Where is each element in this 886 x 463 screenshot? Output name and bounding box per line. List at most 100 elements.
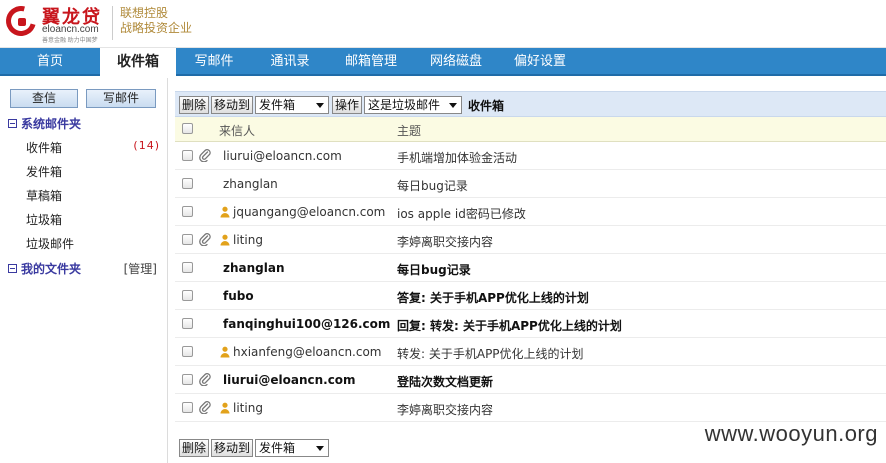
nav-mailbox-manage[interactable]: 邮箱管理 <box>328 48 414 76</box>
mail-toolbar: 删除 移动到 发件箱 操作 这是垃圾邮件 收件箱 <box>175 91 886 117</box>
table-row[interactable]: liting 李婷离职交接内容 <box>175 226 886 254</box>
nav-home[interactable]: 首页 <box>0 48 100 76</box>
check-mail-button[interactable]: 查信 <box>10 89 78 108</box>
row-sender[interactable]: liurui@eloancn.com <box>223 373 356 387</box>
page-header: 翼龙贷 eloancn.com 善意金融 助力中国梦 联想控股 战略投资企业 <box>0 0 886 48</box>
row-sender[interactable]: jquangang@eloancn.com <box>233 205 385 219</box>
table-row[interactable]: hxianfeng@eloancn.com 转发: 关于手机APP优化上线的计划 <box>175 338 886 366</box>
table-row[interactable]: zhanglan 每日bug记录 <box>175 170 886 198</box>
row-sender[interactable]: zhanglan <box>223 261 285 275</box>
move-to-button[interactable]: 移动到 <box>211 96 254 114</box>
sidebar: 查信 写邮件 系统邮件夹 收件箱 (14) 发件箱 草稿箱 垃圾箱 垃圾邮件 我… <box>0 78 168 463</box>
mail-table-header: 来信人 主题 <box>175 117 886 142</box>
row-sender[interactable]: liurui@eloancn.com <box>223 149 342 163</box>
nav-compose[interactable]: 写邮件 <box>176 48 252 76</box>
collapse-minus-icon[interactable] <box>8 264 17 273</box>
move-target-value-bottom: 发件箱 <box>259 441 296 455</box>
contact-person-icon <box>220 206 230 218</box>
row-checkbox[interactable] <box>182 402 193 413</box>
row-checkbox[interactable] <box>182 234 193 245</box>
row-subject[interactable]: 李婷离职交接内容 <box>397 401 493 418</box>
move-target-select[interactable]: 发件箱 <box>255 96 329 114</box>
row-checkbox[interactable] <box>182 178 193 189</box>
logo-domain: eloancn.com <box>42 24 99 35</box>
row-subject[interactable]: 登陆次数文档更新 <box>397 373 493 390</box>
nav-preferences[interactable]: 偏好设置 <box>498 48 582 76</box>
sidebar-item-spam[interactable]: 垃圾邮件 <box>26 235 74 252</box>
my-folders-group[interactable]: 我的文件夹 <box>8 260 81 277</box>
row-subject[interactable]: 手机端增加体验金活动 <box>397 149 517 166</box>
table-row[interactable]: zhanglan 每日bug记录 <box>175 254 886 282</box>
row-subject[interactable]: 答复: 关于手机APP优化上线的计划 <box>397 289 589 306</box>
unread-count-badge: (14) <box>133 139 160 152</box>
delete-button-bottom[interactable]: 删除 <box>179 439 210 457</box>
row-checkbox[interactable] <box>182 374 193 385</box>
dropdown-arrow-icon <box>316 446 324 451</box>
delete-button[interactable]: 删除 <box>179 96 210 114</box>
paperclip-icon <box>199 400 211 415</box>
operation-value: 这是垃圾邮件 <box>368 98 441 112</box>
row-subject[interactable]: ios apple id密码已修改 <box>397 205 526 222</box>
row-checkbox[interactable] <box>182 318 193 329</box>
contact-person-icon <box>220 402 230 414</box>
row-subject[interactable]: 转发: 关于手机APP优化上线的计划 <box>397 345 584 362</box>
select-all-checkbox[interactable] <box>182 123 193 134</box>
sidebar-item-drafts[interactable]: 草稿箱 <box>26 187 62 204</box>
row-checkbox[interactable] <box>182 262 193 273</box>
move-target-value: 发件箱 <box>259 98 296 112</box>
contact-person-icon <box>220 234 230 246</box>
system-folders-group[interactable]: 系统邮件夹 <box>8 115 81 132</box>
tagline-line2: 战略投资企业 <box>120 21 193 35</box>
table-row[interactable]: fubo 答复: 关于手机APP优化上线的计划 <box>175 282 886 310</box>
sidebar-item-outbox[interactable]: 发件箱 <box>26 163 62 180</box>
table-row[interactable]: liting 李婷离职交接内容 <box>175 394 886 422</box>
folder-title: 收件箱 <box>468 99 505 113</box>
logo-divider <box>112 6 113 40</box>
sidebar-item-inbox[interactable]: 收件箱 (14) <box>26 139 160 156</box>
nav-contacts[interactable]: 通讯录 <box>252 48 328 76</box>
manage-folders-link[interactable]: [管理] <box>124 260 157 277</box>
table-row[interactable]: liurui@eloancn.com 登陆次数文档更新 <box>175 366 886 394</box>
row-sender[interactable]: fubo <box>223 289 254 303</box>
main-nav: 首页 收件箱 写邮件 通讯录 邮箱管理 网络磁盘 偏好设置 <box>0 48 886 78</box>
move-target-select-bottom[interactable]: 发件箱 <box>255 439 329 457</box>
paperclip-icon <box>199 148 211 163</box>
nav-inbox[interactable]: 收件箱 <box>100 48 176 78</box>
table-row[interactable]: fanqinghui100@126.com 回复: 转发: 关于手机APP优化上线… <box>175 310 886 338</box>
my-folders-label: 我的文件夹 <box>21 262 82 276</box>
column-header-sender[interactable]: 来信人 <box>219 122 255 139</box>
move-to-button-bottom[interactable]: 移动到 <box>211 439 254 457</box>
paperclip-icon <box>199 372 211 387</box>
table-row[interactable]: liurui@eloancn.com 手机端增加体验金活动 <box>175 142 886 170</box>
system-folders-label: 系统邮件夹 <box>21 117 82 131</box>
operation-select[interactable]: 这是垃圾邮件 <box>364 96 462 114</box>
compose-button[interactable]: 写邮件 <box>86 89 156 108</box>
contact-person-icon <box>220 346 230 358</box>
row-checkbox[interactable] <box>182 150 193 161</box>
paperclip-icon <box>199 232 211 247</box>
row-subject[interactable]: 每日bug记录 <box>397 261 471 278</box>
row-sender[interactable]: liting <box>233 233 263 247</box>
operate-button[interactable]: 操作 <box>332 96 363 114</box>
dropdown-arrow-icon <box>449 103 457 108</box>
sidebar-item-trash[interactable]: 垃圾箱 <box>26 211 62 228</box>
row-checkbox[interactable] <box>182 206 193 217</box>
column-header-subject[interactable]: 主题 <box>397 122 421 139</box>
sidebar-item-label: 收件箱 <box>26 141 63 155</box>
row-checkbox[interactable] <box>182 346 193 357</box>
logo-slogan: 善意金融 助力中国梦 <box>42 38 98 44</box>
dropdown-arrow-icon <box>316 103 324 108</box>
row-subject[interactable]: 回复: 转发: 关于手机APP优化上线的计划 <box>397 317 622 334</box>
row-subject[interactable]: 李婷离职交接内容 <box>397 233 493 250</box>
nav-network-disk[interactable]: 网络磁盘 <box>414 48 498 76</box>
row-sender[interactable]: hxianfeng@eloancn.com <box>233 345 382 359</box>
logo-mark-dot <box>18 18 26 26</box>
table-row[interactable]: jquangang@eloancn.com ios apple id密码已修改 <box>175 198 886 226</box>
collapse-minus-icon[interactable] <box>8 119 17 128</box>
row-sender[interactable]: zhanglan <box>223 177 278 191</box>
row-checkbox[interactable] <box>182 290 193 301</box>
row-sender[interactable]: fanqinghui100@126.com <box>223 317 390 331</box>
watermark: www.wooyun.org <box>704 421 878 446</box>
row-sender[interactable]: liting <box>233 401 263 415</box>
row-subject[interactable]: 每日bug记录 <box>397 177 468 194</box>
